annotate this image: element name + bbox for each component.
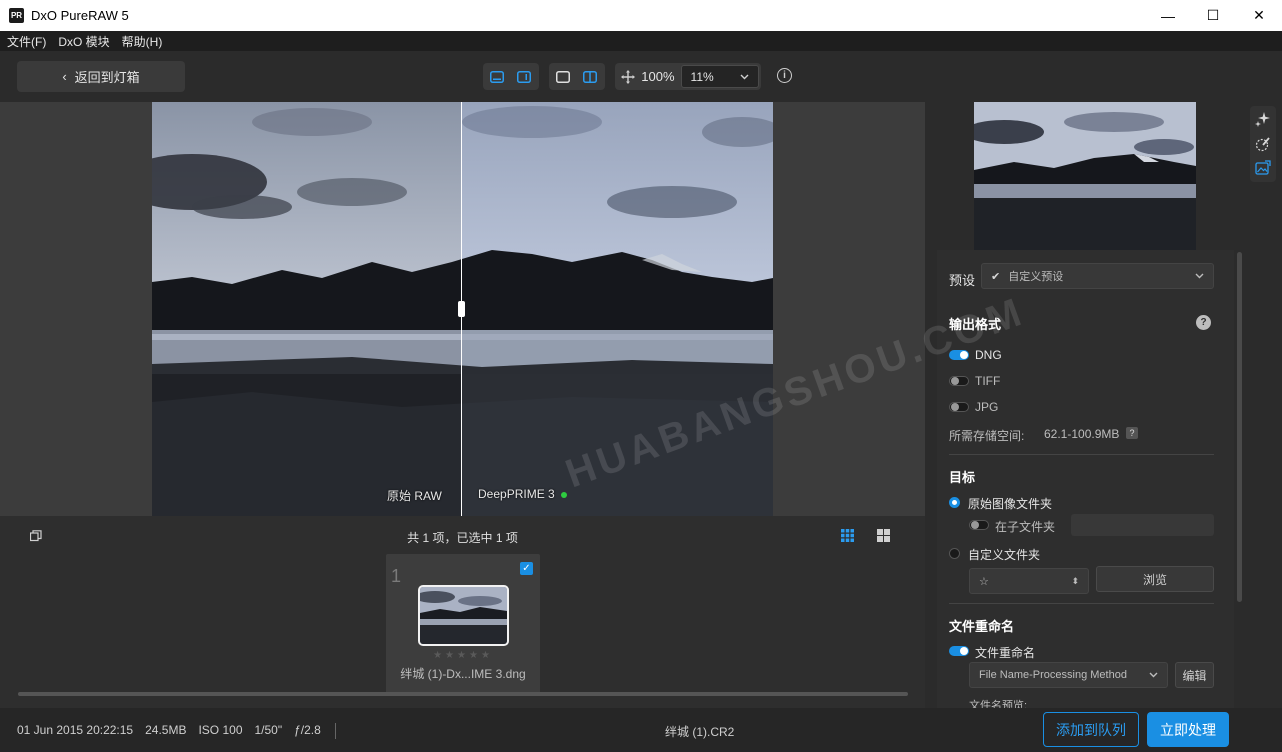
sparkle-icon[interactable] bbox=[1254, 110, 1272, 128]
help-icon[interactable]: ? bbox=[1196, 315, 1211, 330]
rename-toggle-label: 文件重命名 bbox=[975, 646, 1036, 660]
status-bar: 01 Jun 2015 20:22:15 24.5MB ISO 100 1/50… bbox=[0, 708, 1282, 752]
exif-info: 01 Jun 2015 20:22:15 24.5MB ISO 100 1/50… bbox=[17, 723, 336, 739]
filmstrip: 共 1 项，已选中 1 项 1 ✓ ★★★★★ 绊城 (1)-Dx...IME … bbox=[0, 516, 925, 708]
add-to-queue-button[interactable]: 添加到队列 bbox=[1043, 712, 1139, 747]
custom-folder-radio[interactable] bbox=[949, 548, 960, 559]
preset-select-value: ✔ 自定义预设 bbox=[991, 268, 1063, 284]
zoom-100-button[interactable]: 100% bbox=[641, 69, 674, 84]
layout-bottom-icon[interactable] bbox=[483, 63, 510, 90]
menu-help[interactable]: 帮助(H) bbox=[122, 33, 163, 50]
zoom-select-value: 11% bbox=[690, 69, 714, 84]
chevron-down-icon bbox=[1195, 273, 1204, 279]
updown-icon: ⬍ bbox=[1071, 575, 1079, 586]
edit-button[interactable]: 编辑 bbox=[1175, 662, 1214, 688]
subfolder-toggle[interactable] bbox=[969, 520, 989, 530]
minimize-button[interactable]: — bbox=[1145, 0, 1191, 31]
grid-small-icon[interactable] bbox=[841, 529, 854, 545]
rating-stars[interactable]: ★★★★★ bbox=[386, 650, 540, 661]
deepprime-label: DeepPRIME 3 bbox=[478, 487, 567, 501]
storage-label: 所需存储空间: bbox=[949, 429, 1025, 443]
browse-button[interactable]: 浏览 bbox=[1096, 566, 1214, 592]
chevron-down-icon bbox=[1149, 672, 1158, 678]
rename-heading: 文件重命名 bbox=[949, 619, 1015, 634]
jpg-label: JPG bbox=[975, 400, 999, 414]
capture-date: 01 Jun 2015 20:22:15 bbox=[17, 723, 134, 737]
aperture-value: ƒ/2.8 bbox=[294, 723, 321, 737]
original-folder-radio[interactable] bbox=[949, 497, 960, 508]
zoom-select[interactable]: 11% bbox=[680, 65, 759, 88]
info-icon[interactable]: i bbox=[777, 68, 792, 83]
rename-pattern-value: File Name-Processing Method bbox=[979, 669, 1127, 681]
custom-folder-label: 自定义文件夹 bbox=[968, 548, 1041, 562]
jpg-toggle[interactable] bbox=[949, 402, 969, 412]
move-icon[interactable] bbox=[615, 63, 641, 90]
original-raw-label: 原始 RAW bbox=[387, 489, 442, 503]
tiff-label: TIFF bbox=[975, 374, 1001, 388]
file-size: 24.5MB bbox=[145, 723, 187, 737]
subfolder-name-input[interactable] bbox=[1071, 514, 1214, 536]
window-title: DxO PureRAW 5 bbox=[31, 8, 129, 23]
status-ok-dot-icon bbox=[560, 491, 567, 498]
storage-value: 62.1-100.9MB bbox=[1044, 427, 1120, 441]
zoom-group: 100% 11% bbox=[615, 63, 761, 90]
subfolder-label: 在子文件夹 bbox=[995, 520, 1056, 534]
navigator-preview-image[interactable] bbox=[974, 102, 1196, 250]
rename-toggle[interactable] bbox=[949, 646, 969, 656]
filmstrip-scrollbar[interactable] bbox=[18, 692, 908, 696]
thumbnail-index: 1 bbox=[391, 566, 402, 586]
menu-file[interactable]: 文件(F) bbox=[7, 33, 46, 50]
custom-folder-value: ☆ bbox=[979, 575, 989, 588]
storage-help-icon[interactable]: ? bbox=[1126, 427, 1138, 439]
divider bbox=[334, 723, 336, 739]
custom-folder-select[interactable]: ☆ ⬍ bbox=[969, 568, 1089, 594]
check-icon: ✔ bbox=[991, 271, 1001, 283]
divider bbox=[949, 454, 1214, 455]
thumbnail-checkbox[interactable]: ✓ bbox=[520, 562, 533, 575]
single-view-icon[interactable] bbox=[549, 63, 576, 90]
shutter-speed: 1/50" bbox=[254, 723, 283, 737]
chevron-down-icon bbox=[740, 74, 749, 79]
target-heading: 目标 bbox=[949, 470, 976, 485]
process-now-button[interactable]: 立即处理 bbox=[1147, 712, 1229, 747]
divider bbox=[949, 603, 1214, 604]
compare-toggle-group bbox=[549, 63, 605, 90]
export-settings-icon[interactable] bbox=[1254, 159, 1272, 177]
app-logo-icon: PR bbox=[9, 8, 24, 23]
menu-bar: 文件(F) DxO 模块 帮助(H) bbox=[0, 31, 1282, 51]
close-button[interactable]: ✕ bbox=[1236, 0, 1282, 31]
preset-value-text: 自定义预设 bbox=[1008, 271, 1064, 283]
original-folder-label: 原始图像文件夹 bbox=[968, 497, 1053, 511]
split-handle[interactable] bbox=[458, 301, 465, 317]
thumbnail-filename: 绊城 (1)-Dx...IME 3.dng bbox=[400, 667, 526, 681]
layout-toggle-group bbox=[483, 63, 539, 90]
back-to-lightbox-button[interactable]: ‹ 返回到灯箱 bbox=[17, 61, 185, 92]
panel-scrollbar[interactable] bbox=[1237, 252, 1242, 602]
chevron-left-icon: ‹ bbox=[62, 69, 67, 84]
tiff-toggle[interactable] bbox=[949, 376, 969, 386]
selection-count: 共 1 项，已选中 1 项 bbox=[407, 531, 518, 545]
preset-label: 预设 bbox=[949, 273, 976, 288]
rename-pattern-select[interactable]: File Name-Processing Method bbox=[969, 662, 1168, 688]
side-rail bbox=[1245, 102, 1282, 708]
toolbar: ‹ 返回到灯箱 100% 11% i bbox=[0, 51, 1282, 102]
filename-preview-label: 文件名预览: bbox=[969, 700, 1028, 708]
brush-icon[interactable] bbox=[1254, 135, 1272, 153]
layout-side-icon[interactable] bbox=[510, 63, 537, 90]
thumbnail-image[interactable] bbox=[418, 585, 509, 646]
back-button-label: 返回到灯箱 bbox=[74, 70, 140, 85]
current-filename: 绊城 (1).CR2 bbox=[665, 725, 735, 739]
title-bar: PR DxO PureRAW 5 — ☐ ✕ bbox=[0, 0, 1282, 31]
preset-select[interactable]: ✔ 自定义预设 bbox=[981, 263, 1214, 289]
thumbnail-card[interactable]: 1 ✓ ★★★★★ 绊城 (1)-Dx...IME 3.dng bbox=[386, 554, 540, 694]
split-view-icon[interactable] bbox=[576, 63, 603, 90]
deepprime-label-text: DeepPRIME 3 bbox=[478, 487, 555, 501]
maximize-button[interactable]: ☐ bbox=[1190, 0, 1236, 31]
iso-value: ISO 100 bbox=[198, 723, 243, 737]
menu-dxo-modules[interactable]: DxO 模块 bbox=[58, 33, 109, 50]
grid-large-icon[interactable] bbox=[877, 529, 890, 545]
